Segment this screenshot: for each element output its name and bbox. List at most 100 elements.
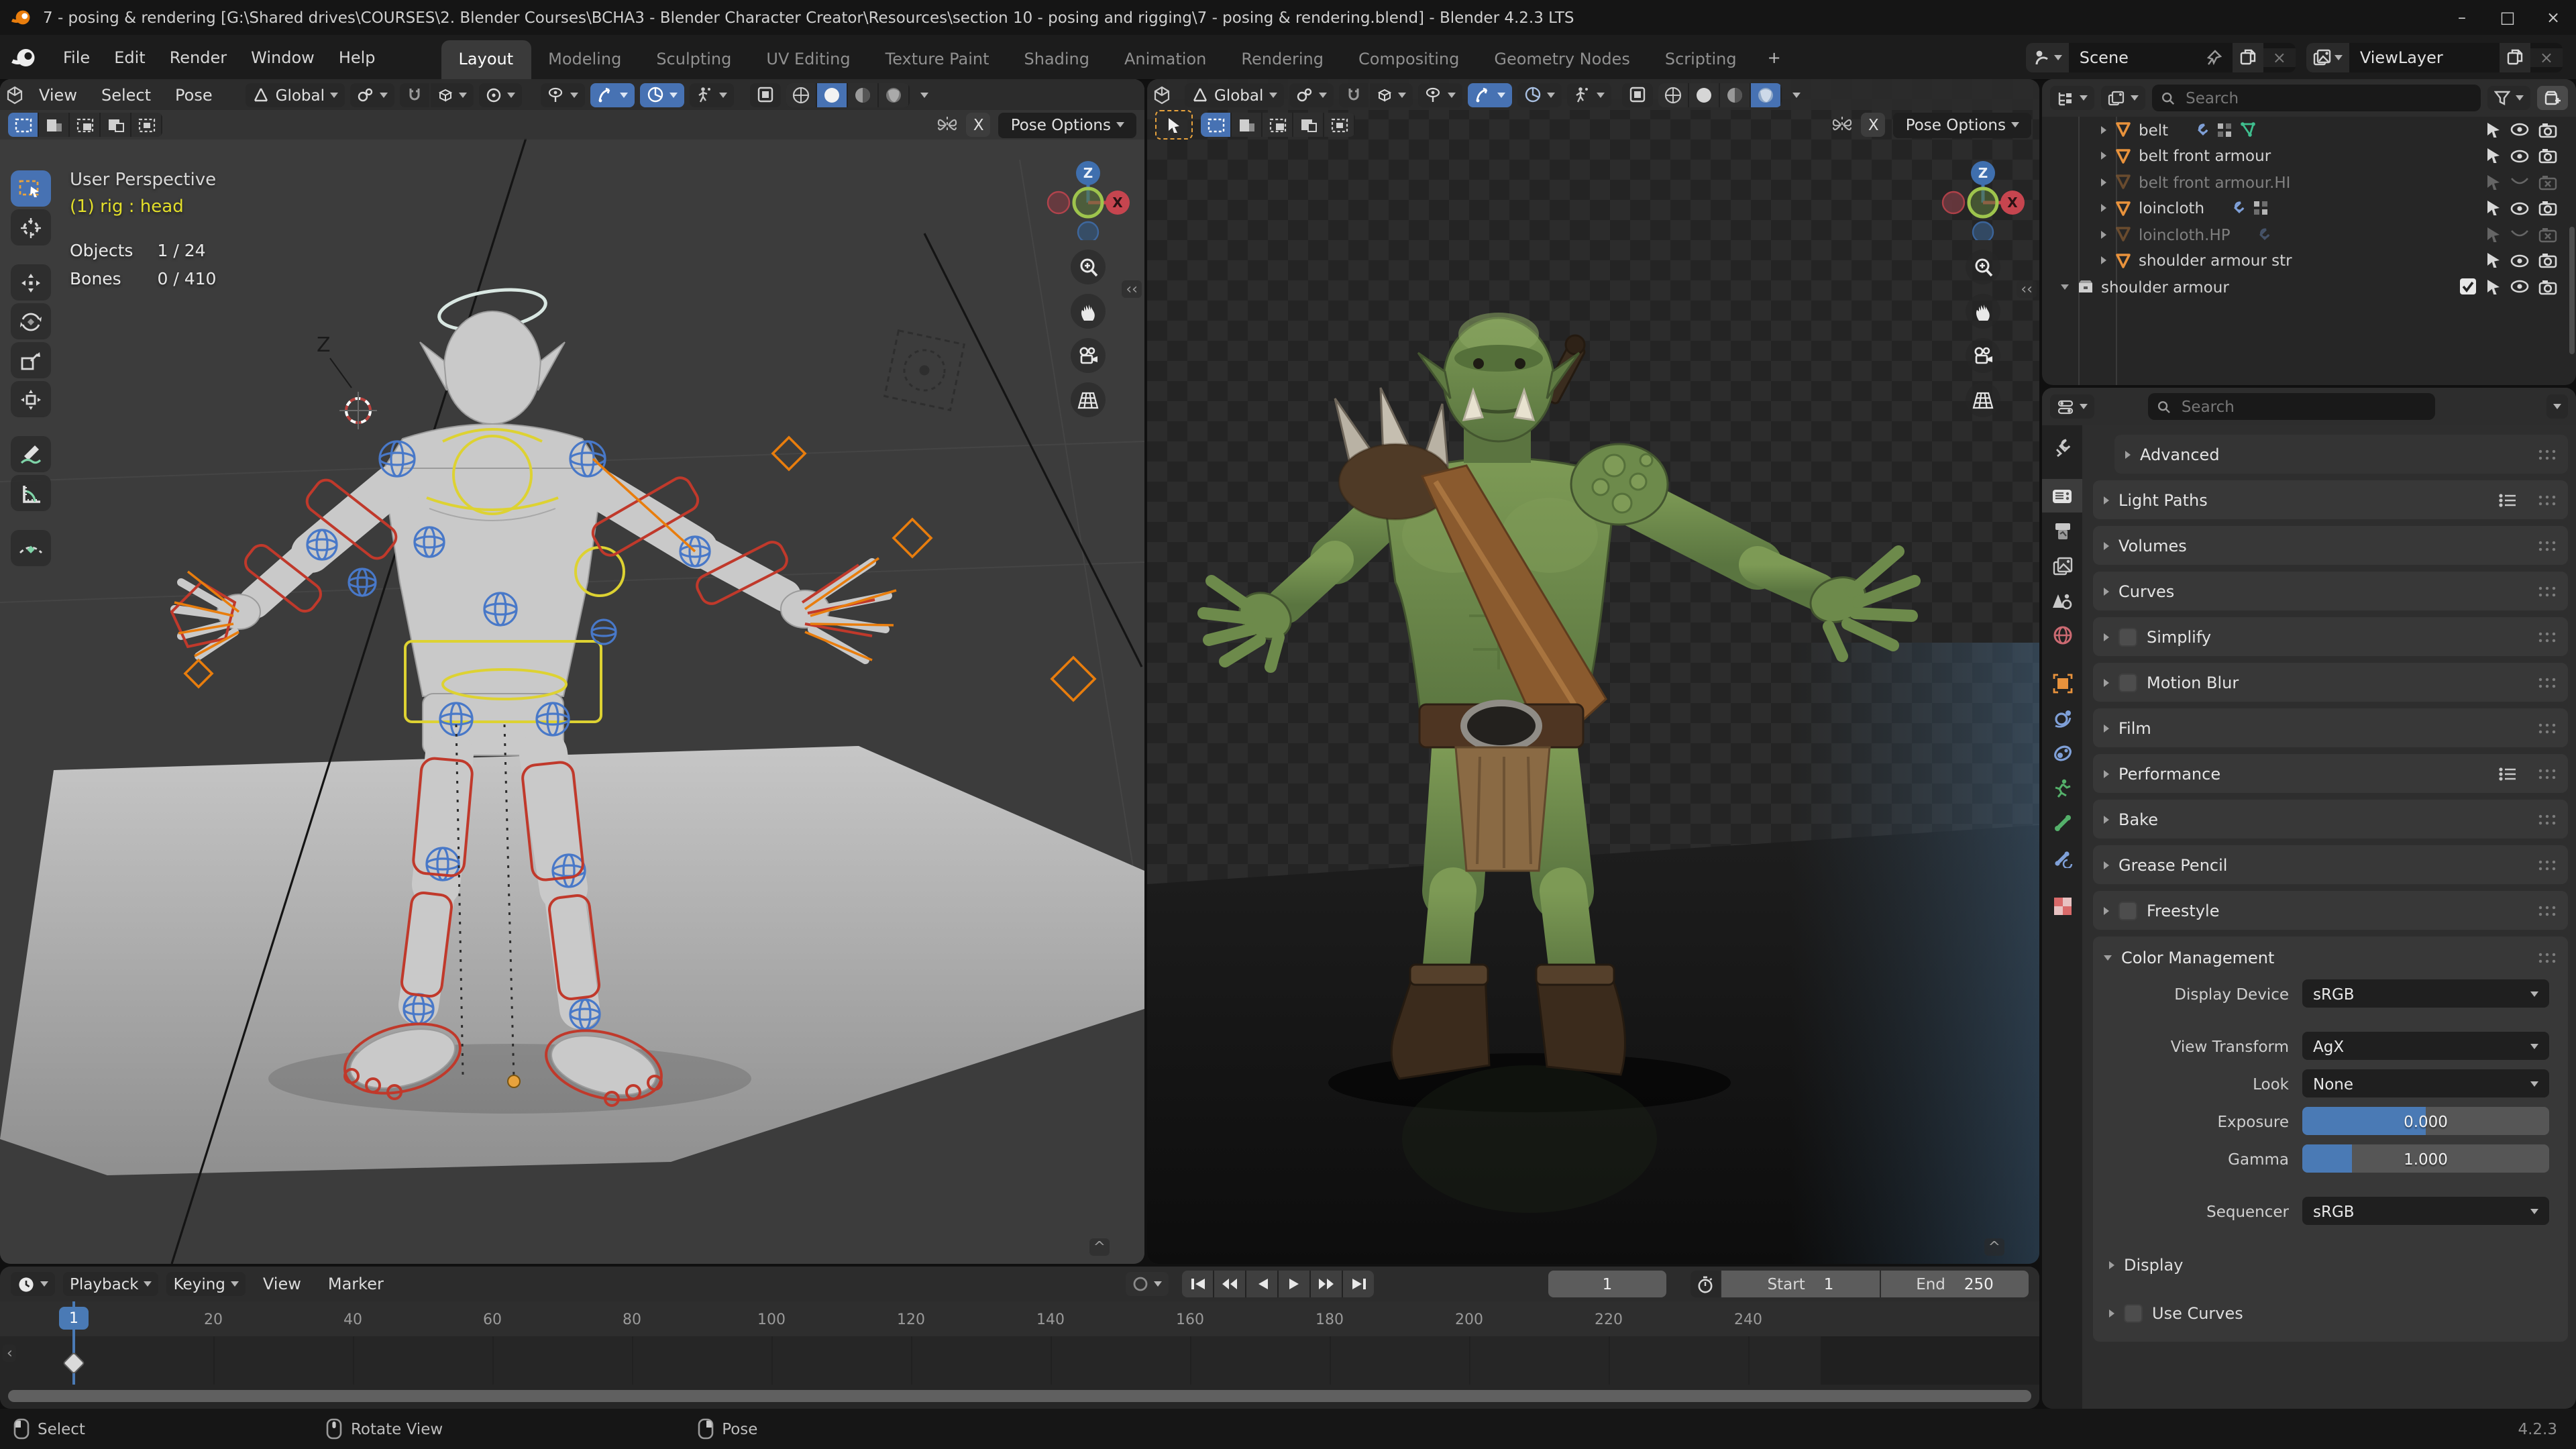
select-mode-subtract[interactable] [1263,113,1293,137]
scene-new-button[interactable] [2233,42,2263,72]
outliner-search-input[interactable] [2183,87,2471,109]
active-tool-tweak-button[interactable] [1155,110,1193,140]
select-mode-intersect[interactable] [131,113,162,137]
render-disabled-icon[interactable] [2538,227,2557,243]
display-subpanel[interactable]: Display [2104,1250,2557,1280]
hide-eye-icon[interactable] [2510,123,2529,138]
properties-options-dropdown[interactable] [2546,394,2568,419]
viewport-3d-rendered[interactable]: Global [1147,79,2039,1264]
render-camera-icon[interactable] [2538,201,2557,217]
tab-physics[interactable] [2042,702,2082,735]
property-section[interactable]: Freestyle [2093,891,2568,930]
modifier-wrench-icon[interactable] [2194,122,2210,138]
viewlayer-browse-button[interactable] [2306,42,2349,72]
viewport-gizmos-button[interactable] [750,83,781,107]
properties-search[interactable] [2148,393,2435,420]
select-mode-set[interactable] [8,113,39,137]
drag-grip-icon[interactable] [2537,447,2557,461]
zoom-button[interactable] [1966,250,2000,284]
viewport-gizmos-button[interactable] [1621,83,1652,107]
tab-view-layer[interactable] [2042,549,2082,582]
property-section[interactable]: Advanced [2114,435,2568,474]
tool-rotate[interactable] [11,303,51,339]
render-camera-icon[interactable] [2538,148,2557,164]
add-workspace-button[interactable]: + [1754,38,1794,76]
property-section[interactable]: Performance [2093,754,2568,793]
outliner-scope-dropdown[interactable] [2101,86,2145,110]
menu-item[interactable]: File [51,42,102,72]
tab-bone-constraints[interactable] [2042,841,2082,875]
selectable-icon[interactable] [2486,201,2501,217]
xray-pose-dropdown[interactable] [690,83,734,107]
outliner-scrollbar[interactable] [2569,227,2575,354]
workspace-tab[interactable]: Geometry Nodes [1477,40,1647,79]
maximize-button[interactable]: □ [2485,0,2530,35]
camera-view-button[interactable] [1071,338,1106,373]
previous-keyframe-button[interactable] [1214,1271,1245,1297]
menu-item[interactable]: Help [327,42,388,72]
collection-checkbox[interactable] [2459,278,2477,296]
editor-type-icon[interactable] [1152,85,1171,104]
menu-item[interactable]: Render [158,42,239,72]
modifier-wrench-icon[interactable] [2256,227,2272,243]
preset-list-icon[interactable] [2498,492,2517,508]
shading-material-button[interactable] [1719,83,1750,107]
snapping-magnet-toggle[interactable] [1338,83,1368,107]
next-keyframe-button[interactable] [1311,1271,1342,1297]
xray-pose-dropdown[interactable] [1566,83,1611,107]
shading-wireframe-button[interactable] [786,83,817,107]
expand-icon[interactable] [2101,126,2106,134]
timeline-panel-toggle-icon[interactable]: ‹ [3,1344,17,1362]
timeline-channel-area[interactable] [0,1336,2039,1409]
overlays-toggle[interactable] [1517,83,1561,107]
axis-gizmo[interactable]: Z X [1045,154,1131,240]
orientation-dropdown[interactable]: Global [1185,83,1283,107]
property-section[interactable]: Light Paths [2093,480,2568,519]
shading-dropdown[interactable] [1792,92,1800,97]
new-collection-button[interactable] [2537,86,2568,110]
drag-grip-icon[interactable] [2537,584,2557,598]
view-menu[interactable]: View [30,81,87,108]
outliner-search[interactable] [2152,85,2481,111]
hide-eye-icon[interactable] [2510,149,2529,164]
workspace-tab[interactable]: UV Editing [749,40,867,79]
tool-breakdowner[interactable] [11,530,51,566]
shading-dropdown[interactable] [920,92,928,97]
shapekey-lattice-icon[interactable] [2239,121,2257,139]
visibility-dropdown[interactable] [541,83,585,107]
orientation-dropdown[interactable]: Global [246,83,345,107]
auto-keying-toggle[interactable] [1126,1272,1169,1296]
shading-solid-button[interactable] [817,83,848,107]
menu-item[interactable]: Edit [102,42,158,72]
hidden-eye-icon[interactable] [2510,229,2529,241]
hidden-eye-icon[interactable] [2510,176,2529,189]
menu-item[interactable]: Window [239,42,327,72]
workspace-tab[interactable]: Rendering [1224,40,1341,79]
workspace-tab[interactable]: Sculpting [639,40,749,79]
gamma-slider[interactable]: 1.000 [2302,1144,2549,1173]
pan-button[interactable] [1966,294,2000,329]
material-icon[interactable] [2216,122,2233,138]
jump-to-start-button[interactable] [1182,1271,1213,1297]
playhead-frame-chip[interactable]: 1 [59,1307,89,1330]
property-section[interactable]: Simplify [2093,617,2568,656]
mirror-x-toggle[interactable]: X [967,113,991,137]
axis-gizmo[interactable]: Z X [1940,154,2026,240]
tab-texture[interactable] [2042,890,2082,923]
section-checkbox[interactable] [2118,627,2137,646]
selectable-icon[interactable] [2486,148,2501,164]
outliner-display-mode-dropdown[interactable] [2050,86,2094,110]
tab-render[interactable] [2042,479,2082,513]
overlays-toggle[interactable] [640,83,684,107]
timeline-editor-type-dropdown[interactable] [11,1272,55,1296]
workspace-tab[interactable]: Compositing [1341,40,1477,79]
drag-grip-icon[interactable] [2537,951,2557,965]
property-section[interactable]: Bake [2093,800,2568,839]
shading-material-button[interactable] [848,83,879,107]
tab-bone[interactable] [2042,806,2082,840]
current-frame-field[interactable]: 1 [1548,1271,1666,1297]
material-icon[interactable] [2253,201,2269,217]
outliner-item-belt-front-armour[interactable]: belt front armour [2042,143,2576,169]
select-mode-subtract[interactable] [70,113,101,137]
selectable-icon[interactable] [2486,253,2501,269]
